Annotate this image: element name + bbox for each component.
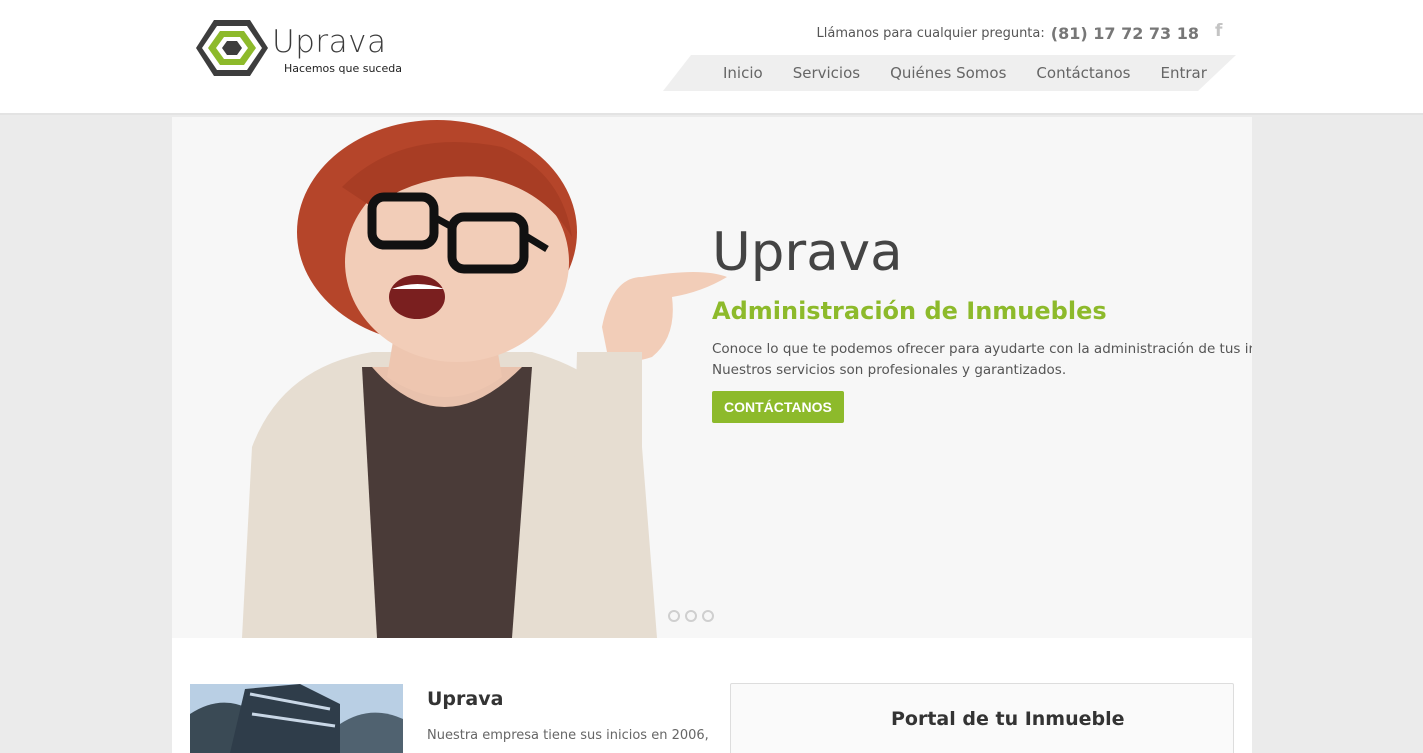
hero-description-line1: Conoce lo que te podemos ofrecer para ay…	[712, 341, 1252, 357]
site-header: Uprava Hacemos que suceda Llámanos para …	[0, 0, 1423, 115]
hero-woman-image	[242, 120, 727, 638]
phone-number[interactable]: (81) 17 72 73 18	[1051, 24, 1199, 43]
slider-dot-1[interactable]	[668, 610, 680, 622]
slider-dot-3[interactable]	[702, 610, 714, 622]
hero-title: Uprava	[712, 222, 903, 283]
logo-icon	[196, 20, 268, 76]
logo[interactable]: Uprava Hacemos que suceda	[194, 18, 404, 80]
nav-item-servicios[interactable]: Servicios	[778, 64, 875, 82]
hero-description: Conoce lo que te podemos ofrecer para ay…	[712, 339, 1252, 381]
nav-item-entrar[interactable]: Entrar	[1145, 64, 1221, 82]
logo-name: Uprava	[272, 24, 387, 60]
content-section: Uprava Nuestra empresa tiene sus inicios…	[172, 638, 1252, 753]
call-label: Llámanos para cualquier pregunta:	[816, 25, 1045, 41]
nav-item-quienes-somos[interactable]: Quiénes Somos	[875, 64, 1021, 82]
hero-subtitle: Administración de Inmuebles	[712, 297, 1107, 325]
slider-dots	[668, 610, 714, 622]
about-title: Uprava	[427, 688, 504, 710]
hero-description-line2: Nuestros servicios son profesionales y g…	[712, 362, 1067, 378]
hero-slider: Uprava Administración de Inmuebles Conoc…	[172, 117, 1252, 638]
slider-dot-2[interactable]	[685, 610, 697, 622]
logo-tagline: Hacemos que suceda	[284, 62, 402, 75]
nav-item-contactanos[interactable]: Contáctanos	[1021, 64, 1145, 82]
contact-button[interactable]: CONTÁCTANOS	[712, 391, 844, 423]
about-text: Nuestra empresa tiene sus inicios en 200…	[427, 728, 709, 743]
building-image	[190, 684, 403, 753]
call-bar: Llámanos para cualquier pregunta: (81) 1…	[817, 22, 1199, 44]
main-nav: Inicio Servicios Quiénes Somos Contáctan…	[708, 55, 1222, 91]
nav-item-inicio[interactable]: Inicio	[708, 64, 778, 82]
portal-box: Portal de tu Inmueble	[730, 683, 1234, 753]
portal-title: Portal de tu Inmueble	[891, 708, 1125, 730]
facebook-icon[interactable]: f	[1215, 21, 1222, 41]
